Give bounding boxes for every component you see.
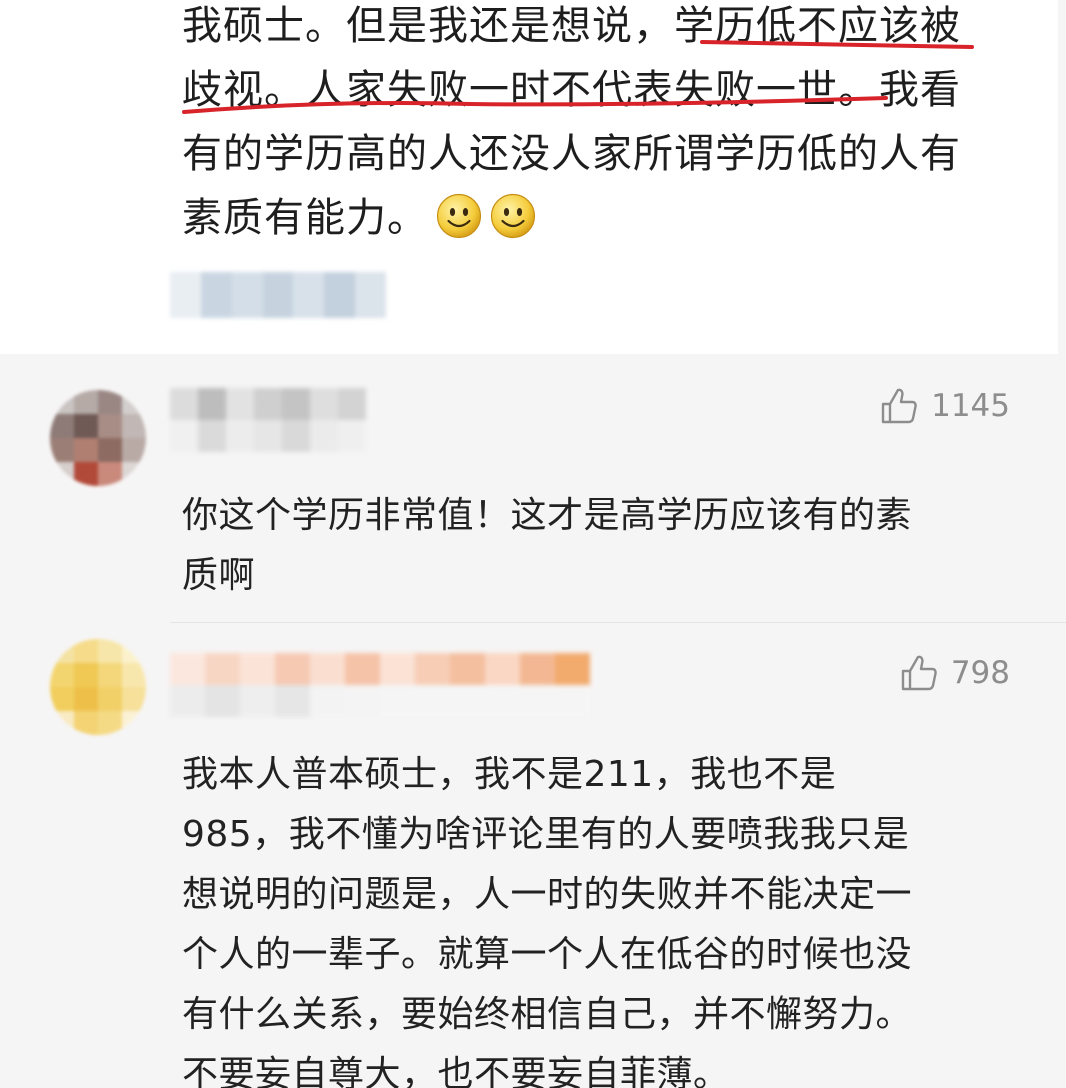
main-post-line: 有的学历高的人还没人家所谓学历低的人有: [182, 131, 961, 177]
like-button[interactable]: 798: [899, 653, 1010, 693]
like-button[interactable]: 1145: [879, 386, 1010, 426]
comment-line: 质啊: [182, 555, 256, 596]
avatar[interactable]: [50, 639, 146, 735]
main-post-line-text: 素质有能力。: [182, 195, 428, 241]
comment-text: 你这个学历非常值！这才是高学历应该有的素 质啊: [182, 486, 1012, 606]
like-count: 798: [950, 655, 1010, 691]
blurred-username[interactable]: [170, 653, 590, 717]
comment-thread-screenshot: 我硕士。但是我还是想说，学历低不应该被 歧视。人家失败一时不代表失败一世。我看 …: [0, 0, 1066, 1088]
comment-item: 798 我本人普本硕士，我不是211，我也不是 985，我不懂为啥评论里有的人要…: [0, 623, 1066, 1088]
comment-text: 我本人普本硕士，我不是211，我也不是 985，我不懂为啥评论里有的人要喷我我只…: [182, 745, 1012, 1088]
comment-line: 想说明的问题是，人一时的失败并不能决定一: [182, 874, 913, 915]
main-post-text: 我硕士。但是我还是想说，学历低不应该被 歧视。人家失败一时不代表失败一世。我看 …: [182, 0, 1012, 250]
comment-line: 985，我不懂为啥评论里有的人要喷我我只是: [182, 814, 910, 855]
thumbs-up-icon: [901, 655, 937, 691]
comment-line: 不要妄自尊大，也不要妄自菲薄。: [182, 1054, 730, 1088]
like-count: 1145: [931, 388, 1010, 424]
comment-line: 我本人普本硕士，我不是211，我也不是: [182, 754, 837, 795]
comment-item: 1145 你这个学历非常值！这才是高学历应该有的素 质啊: [0, 354, 1066, 622]
avatar[interactable]: [50, 390, 146, 486]
blurred-username[interactable]: [170, 388, 366, 452]
thumbs-up-icon: [881, 388, 917, 424]
main-post-line: 歧视。人家失败一时不代表失败一世。我看: [182, 67, 961, 113]
main-post-line-last: 素质有能力。: [182, 186, 1012, 250]
comment-line: 你这个学历非常值！这才是高学历应该有的素: [182, 495, 913, 536]
comment-line: 个人的一辈子。就算一个人在低谷的时候也没: [182, 934, 913, 975]
smile-emoji-icon: [490, 193, 536, 239]
smile-emoji-icon: [436, 193, 482, 239]
comment-line: 有什么关系，要始终相信自己，并不懈努力。: [182, 994, 913, 1035]
main-post-line: 我硕士。但是我还是想说，学历低不应该被: [182, 3, 961, 49]
blurred-meta: [170, 272, 387, 318]
main-post: 我硕士。但是我还是想说，学历低不应该被 歧视。人家失败一时不代表失败一世。我看 …: [0, 0, 1058, 354]
